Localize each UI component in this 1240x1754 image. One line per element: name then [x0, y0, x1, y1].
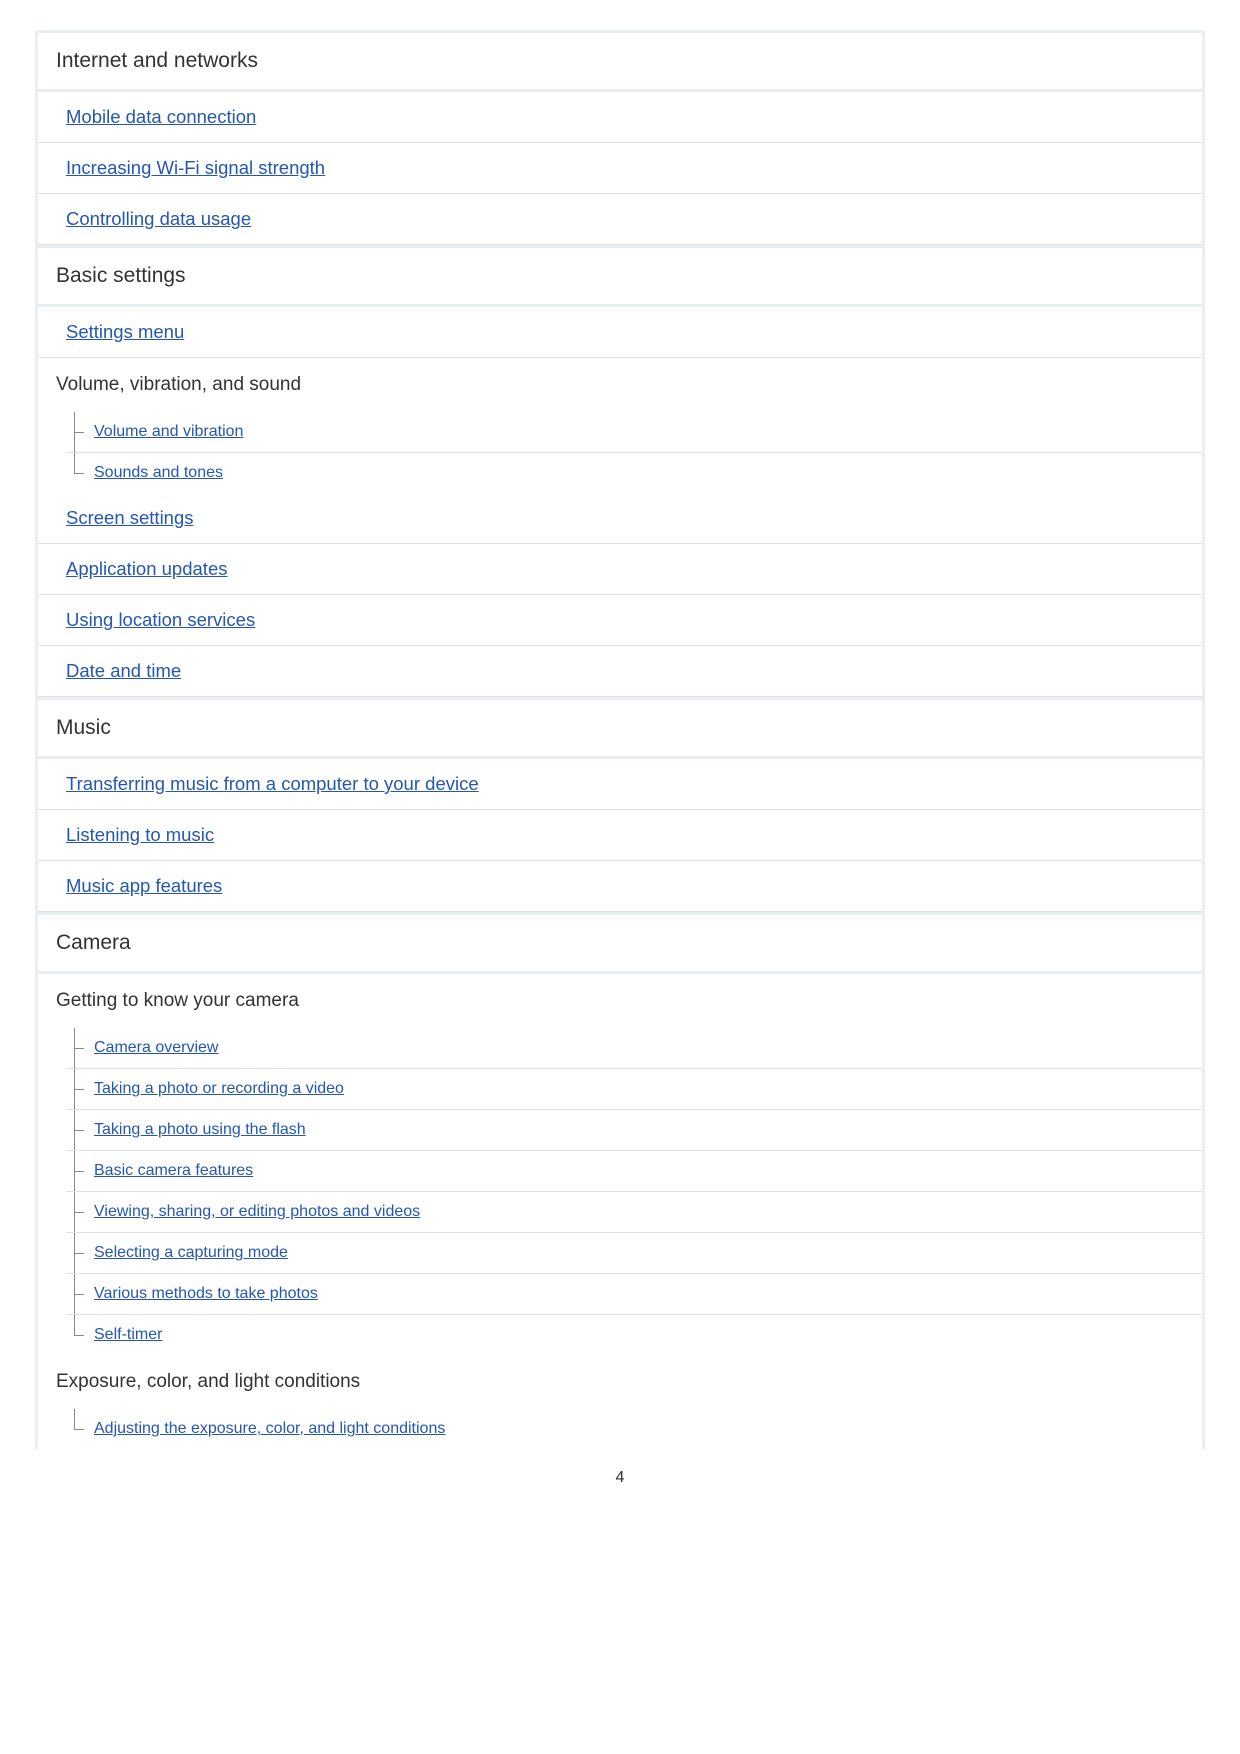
toc-link[interactable]: Transferring music from a computer to yo… — [66, 773, 479, 794]
toc-link-row: Using location services — [38, 595, 1202, 646]
toc-tree: Camera overview Taking a photo or recordi… — [66, 1028, 1202, 1355]
toc-tree-item: Basic camera features — [66, 1151, 1202, 1192]
toc-link[interactable]: Mobile data connection — [66, 106, 256, 127]
toc-link-row: Listening to music — [38, 810, 1202, 861]
toc-tree-link[interactable]: Camera overview — [94, 1039, 218, 1056]
toc-tree-link[interactable]: Self-timer — [94, 1326, 162, 1343]
toc-link[interactable]: Controlling data usage — [66, 208, 251, 229]
toc-tree-item: Sounds and tones — [66, 453, 1202, 493]
toc-link-row: Settings menu — [38, 307, 1202, 358]
toc-tree: Adjusting the exposure, color, and light… — [66, 1409, 1202, 1449]
toc-tree-link[interactable]: Basic camera features — [94, 1162, 253, 1179]
toc-tree-link[interactable]: Sounds and tones — [94, 464, 223, 481]
toc-subheader: Exposure, color, and light conditions — [38, 1355, 1202, 1409]
toc-tree-link[interactable]: Adjusting the exposure, color, and light… — [94, 1420, 445, 1437]
toc-tree-link[interactable]: Taking a photo or recording a video — [94, 1080, 344, 1097]
toc-link-row: Controlling data usage — [38, 194, 1202, 245]
toc-subheader: Volume, vibration, and sound — [38, 358, 1202, 412]
toc-tree-item: Taking a photo using the flash — [66, 1110, 1202, 1151]
toc-link-row: Mobile data connection — [38, 92, 1202, 143]
toc-link[interactable]: Music app features — [66, 875, 222, 896]
toc-tree-item: Camera overview — [66, 1028, 1202, 1069]
toc-tree-link[interactable]: Various methods to take photos — [94, 1285, 318, 1302]
toc-link[interactable]: Using location services — [66, 609, 255, 630]
toc-tree-item: Self-timer — [66, 1315, 1202, 1355]
toc-tree-link[interactable]: Volume and vibration — [94, 423, 243, 440]
section-header: Basic settings — [38, 245, 1202, 307]
toc-link-row: Application updates — [38, 544, 1202, 595]
toc-tree-link[interactable]: Selecting a capturing mode — [94, 1244, 288, 1261]
toc-link[interactable]: Increasing Wi-Fi signal strength — [66, 157, 325, 178]
toc-link-row: Date and time — [38, 646, 1202, 697]
section-header: Internet and networks — [38, 30, 1202, 92]
toc-link[interactable]: Listening to music — [66, 824, 214, 845]
page-number: 4 — [35, 1449, 1205, 1507]
toc-link-row: Increasing Wi-Fi signal strength — [38, 143, 1202, 194]
toc-tree-item: Selecting a capturing mode — [66, 1233, 1202, 1274]
toc-link[interactable]: Screen settings — [66, 507, 194, 528]
toc-tree-item: Volume and vibration — [66, 412, 1202, 453]
section-header: Camera — [38, 912, 1202, 974]
toc-panel: Internet and networks Mobile data connect… — [35, 30, 1205, 1449]
section-header: Music — [38, 697, 1202, 759]
toc-link-row: Transferring music from a computer to yo… — [38, 759, 1202, 810]
toc-tree-item: Adjusting the exposure, color, and light… — [66, 1409, 1202, 1449]
toc-subheader: Getting to know your camera — [38, 974, 1202, 1028]
toc-link[interactable]: Settings menu — [66, 321, 184, 342]
toc-tree-item: Viewing, sharing, or editing photos and … — [66, 1192, 1202, 1233]
toc-tree-item: Taking a photo or recording a video — [66, 1069, 1202, 1110]
toc-link-row: Music app features — [38, 861, 1202, 912]
toc-tree-link[interactable]: Taking a photo using the flash — [94, 1121, 306, 1138]
toc-link-row: Screen settings — [38, 493, 1202, 544]
toc-tree-item: Various methods to take photos — [66, 1274, 1202, 1315]
toc-link[interactable]: Application updates — [66, 558, 227, 579]
toc-link[interactable]: Date and time — [66, 660, 181, 681]
toc-tree: Volume and vibration Sounds and tones — [66, 412, 1202, 493]
toc-tree-link[interactable]: Viewing, sharing, or editing photos and … — [94, 1203, 420, 1220]
